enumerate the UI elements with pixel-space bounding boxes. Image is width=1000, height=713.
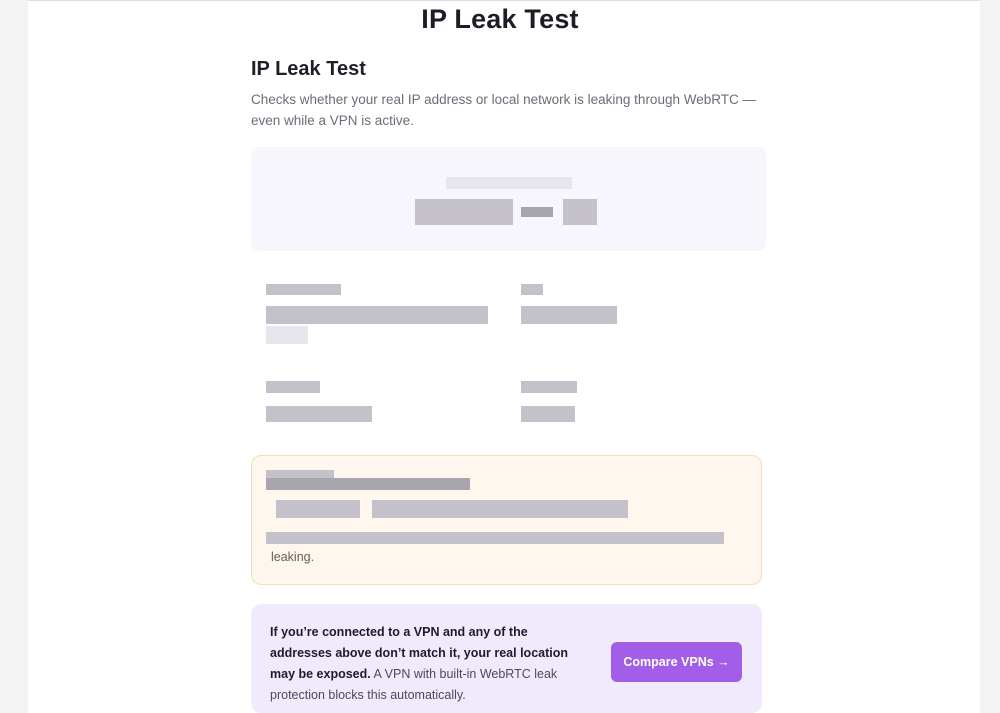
redacted-text: [521, 284, 543, 295]
redacted-ip-part: [521, 207, 553, 217]
redacted-text: [521, 406, 575, 422]
redacted-text: [266, 532, 724, 544]
redacted-text: [372, 500, 628, 518]
redacted-text: [266, 406, 372, 422]
warning-card: [251, 455, 762, 585]
redacted-ip-part: [415, 199, 513, 225]
redacted-text: [521, 306, 617, 324]
vpn-cta-card: If you’re connected to a VPN and any of …: [251, 604, 762, 713]
section-title: IP Leak Test: [251, 58, 366, 80]
redacted-text: [266, 478, 470, 490]
cta-text: If you’re connected to a VPN and any of …: [270, 622, 570, 706]
redacted-text: [521, 381, 577, 393]
redacted-text: [266, 381, 320, 393]
compare-vpns-button[interactable]: Compare VPNs →: [611, 642, 742, 682]
section-description: Checks whether your real IP address or l…: [251, 92, 756, 128]
redacted-text: [266, 326, 308, 344]
redacted-text: [276, 500, 360, 518]
ip-result-card: [251, 147, 766, 251]
detail-cell: [512, 370, 756, 442]
page-title: IP Leak Test: [421, 4, 579, 34]
detail-cell: [512, 268, 756, 356]
warning-tail-text: leaking.: [271, 550, 315, 564]
detail-cell: [258, 370, 498, 442]
redacted-text: [266, 284, 341, 295]
detail-cell: [258, 268, 498, 356]
redacted-text: [266, 306, 488, 324]
redacted-label: [446, 177, 572, 189]
redacted-ip-part: [563, 199, 597, 225]
